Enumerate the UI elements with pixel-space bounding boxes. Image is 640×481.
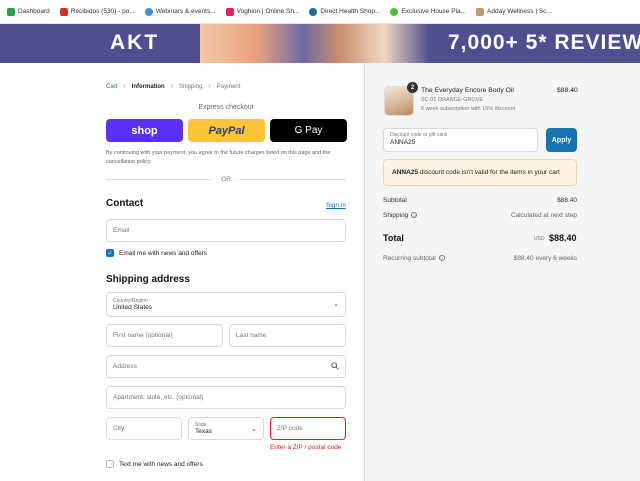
alert-code: ANNA25: [392, 169, 419, 176]
chevron-right-icon: ›: [123, 83, 126, 90]
webinar-favicon-icon: [144, 7, 153, 16]
city-field[interactable]: City: [106, 417, 182, 440]
contact-heading: Contact: [106, 198, 144, 209]
shop-pay-button[interactable]: shop: [106, 119, 183, 142]
or-label: OR: [221, 176, 231, 183]
total-value: $88.40: [549, 233, 577, 243]
chevron-right-icon: ›: [208, 83, 211, 90]
email-placeholder: Email: [113, 227, 130, 234]
state-select[interactable]: State Texas ⌄: [188, 417, 264, 440]
breadcrumb-information: Information: [131, 83, 165, 90]
store-banner: AKT 7,000+ 5* REVIEWS: [0, 24, 640, 63]
recurring-row: Recurring subtotal? $88.40 every 6 weeks: [383, 255, 577, 262]
payment-disclaimer: By continuing with your payment, you agr…: [106, 150, 331, 165]
bookmark-exclusive-house[interactable]: Exclusive House Pla...: [387, 7, 469, 16]
text-news-checkbox[interactable]: [106, 460, 114, 468]
product-subscription: 6 week subscription with 15% discount: [421, 106, 516, 112]
breadcrumb-payment: Payment: [216, 83, 241, 90]
voghion-favicon-icon: [225, 7, 234, 16]
state-value: Texas: [195, 428, 212, 435]
zip-code-field[interactable]: ZIP code: [270, 417, 346, 440]
search-icon: [331, 362, 339, 370]
quantity-badge: 2: [407, 82, 418, 93]
bookmark-direct-health[interactable]: Direct Health Shop...: [306, 7, 383, 16]
zip-error-message: Enter a ZIP / postal code: [270, 444, 342, 451]
discount-error-alert: ANNA25 discount code isn't valid for the…: [383, 159, 577, 186]
dashboard-favicon-icon: [7, 7, 15, 16]
breadcrumb-cart[interactable]: Cart: [106, 84, 117, 90]
total-currency: USD: [534, 236, 545, 242]
first-name-field[interactable]: First name (optional): [106, 324, 223, 347]
breadcrumb-shipping: Shipping: [179, 83, 203, 90]
checkout-form-panel: Cart › Information › Shipping › Payment …: [0, 63, 364, 481]
chevron-down-icon: ⌄: [333, 301, 339, 308]
sign-in-link[interactable]: Sign in: [326, 202, 346, 209]
subtotal-label: Subtotal: [383, 197, 407, 204]
email-news-label: Email me with news and offers: [119, 249, 208, 257]
gmail-favicon-icon: [59, 7, 68, 16]
apartment-field[interactable]: Apartment, suite, etc. (optional): [106, 386, 346, 409]
subtotal-row: Subtotal $88.40: [383, 197, 577, 204]
last-name-field[interactable]: Last name: [229, 324, 346, 347]
recurring-value: $88.40 every 6 weeks: [513, 255, 577, 262]
brand-logo[interactable]: AKT: [110, 31, 159, 55]
health-favicon-icon: [309, 7, 318, 16]
recurring-label: Recurring subtotal: [383, 255, 436, 262]
shipping-value: Calculated at next step: [510, 212, 577, 219]
subtotal-value: $88.40: [557, 197, 577, 204]
email-news-row: ✓ Email me with news and offers: [106, 249, 207, 257]
chevron-right-icon: ›: [170, 83, 174, 90]
email-news-checkbox[interactable]: ✓: [106, 249, 114, 257]
discount-value: ANNA25: [390, 139, 416, 146]
text-news-row: Text me with news and offers: [106, 460, 203, 468]
country-value: United States: [113, 304, 153, 311]
product-name: The Everyday Encore Body Oil: [421, 87, 514, 94]
apply-discount-button[interactable]: Apply: [546, 128, 577, 152]
shipping-address-heading: Shipping address: [106, 274, 190, 285]
shipping-label: Shipping: [383, 212, 409, 219]
bookmark-adday[interactable]: Adday Wellness | Sc...: [473, 7, 555, 16]
or-divider: OR: [106, 176, 346, 183]
discount-label: Discount code or gift card: [390, 132, 447, 138]
bookmark-voghion[interactable]: Voghion | Online Sh...: [223, 7, 303, 16]
product-variant: SC.01 ORANGE GROVE: [421, 97, 484, 103]
banner-photo: [200, 24, 430, 63]
alert-text: discount code isn't valid for the items …: [418, 169, 560, 176]
adday-favicon-icon: [476, 7, 485, 16]
banner-tagline: 7,000+ 5* REVIEWS: [448, 31, 640, 54]
order-summary-panel: 2 The Everyday Encore Body Oil SC.01 ORA…: [364, 63, 640, 481]
breadcrumb: Cart › Information › Shipping › Payment: [106, 83, 240, 90]
shipping-row: Shipping? Calculated at next step: [383, 212, 577, 219]
bookmarks-bar: Dashboard Recibidos (530) - po... Webina…: [0, 0, 640, 24]
house-favicon-icon: [390, 7, 399, 16]
question-circle-icon[interactable]: ?: [438, 255, 445, 262]
chevron-down-icon: ⌄: [251, 426, 257, 433]
question-circle-icon[interactable]: ?: [411, 212, 418, 219]
total-label: Total: [383, 233, 404, 243]
email-field[interactable]: Email: [106, 219, 346, 242]
bookmark-dashboard[interactable]: Dashboard: [4, 7, 53, 16]
bookmark-gmail[interactable]: Recibidos (530) - po...: [57, 7, 138, 16]
product-price: $88.40: [557, 87, 578, 94]
express-checkout-title: Express checkout: [198, 104, 254, 111]
text-news-label: Text me with news and offers: [119, 460, 203, 468]
paypal-button[interactable]: PayPal: [188, 119, 265, 142]
discount-code-field[interactable]: Discount code or gift card ANNA25: [383, 128, 538, 152]
google-pay-button[interactable]: G Pay: [270, 119, 347, 142]
country-select[interactable]: Country/Region United States ⌄: [106, 292, 346, 317]
address-field[interactable]: Address: [106, 355, 346, 378]
bookmark-webinars[interactable]: Webinars & events...: [142, 7, 219, 16]
